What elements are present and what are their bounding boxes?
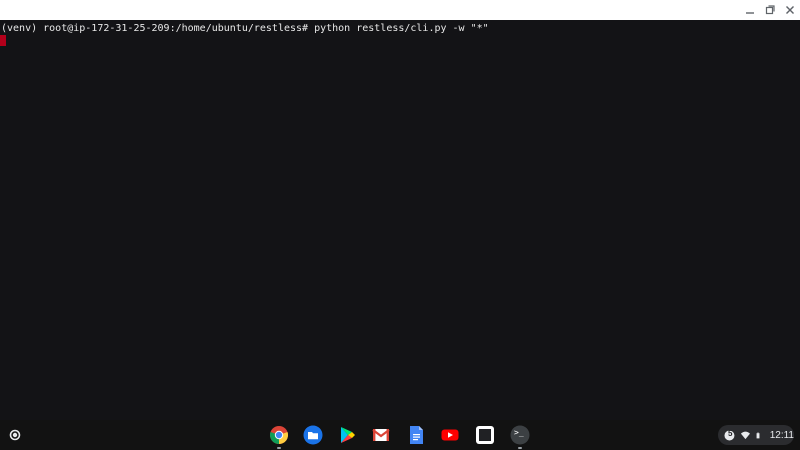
docs-icon <box>410 426 423 444</box>
window-titlebar <box>0 0 800 20</box>
minimize-button[interactable] <box>740 0 760 20</box>
maximize-icon <box>765 5 775 15</box>
shelf-app-chrome[interactable] <box>268 424 290 449</box>
maximize-button[interactable] <box>760 0 780 20</box>
gmail-icon <box>372 429 390 441</box>
terminal-cursor <box>0 35 6 46</box>
status-tray[interactable]: 5 12:11 <box>718 425 794 445</box>
shelf: >_ 5 12:11 <box>0 420 800 450</box>
shelf-app-terminal[interactable]: >_ <box>509 424 531 449</box>
shelf-app-docs[interactable] <box>405 424 427 446</box>
wifi-icon <box>740 431 750 439</box>
close-button[interactable] <box>780 0 800 20</box>
play-store-icon <box>341 427 355 443</box>
terminal-glyph: >_ <box>514 428 524 437</box>
chrome-icon <box>269 426 289 444</box>
launcher-button[interactable] <box>6 426 24 444</box>
notification-count: 5 <box>728 429 733 438</box>
shelf-app-youtube[interactable] <box>439 424 461 446</box>
terminal-command-line: (venv) root@ip-172-31-25-209:/home/ubunt… <box>1 23 489 34</box>
battery-icon <box>756 432 760 438</box>
active-indicator <box>277 447 281 449</box>
app-window-icon <box>476 426 494 444</box>
active-indicator <box>518 447 522 449</box>
youtube-icon <box>441 429 459 441</box>
close-icon <box>786 6 794 14</box>
shelf-app-window[interactable] <box>474 424 496 446</box>
files-icon <box>303 425 323 445</box>
shelf-app-files[interactable] <box>302 424 324 446</box>
clock: 12:11 <box>769 429 794 441</box>
launcher-icon <box>9 429 21 441</box>
shelf-app-play-store[interactable] <box>336 424 358 446</box>
terminal-area[interactable]: (venv) root@ip-172-31-25-209:/home/ubunt… <box>0 20 800 420</box>
minimize-icon <box>746 12 754 14</box>
shelf-app-gmail[interactable] <box>370 424 392 446</box>
